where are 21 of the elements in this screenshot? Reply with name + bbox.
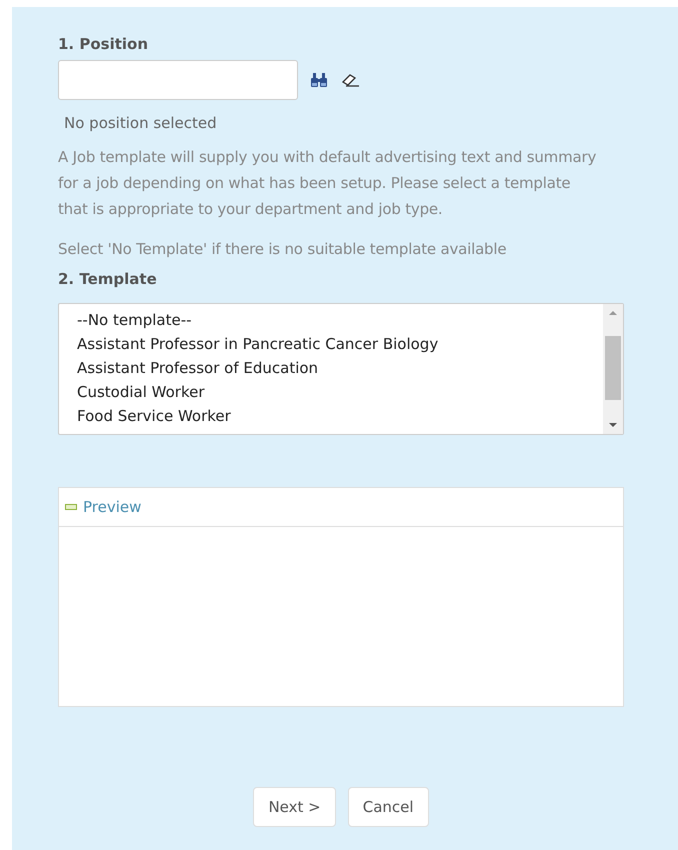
hint-text: Select 'No Template' if there is no suitable template available (58, 240, 508, 258)
cancel-button[interactable]: Cancel (348, 787, 429, 827)
scroll-down-icon[interactable] (609, 422, 617, 428)
scrollbar[interactable] (603, 304, 623, 434)
template-option[interactable]: Custodial Worker (77, 380, 603, 404)
next-button[interactable]: Next > (253, 787, 336, 827)
position-status: No position selected (64, 114, 218, 132)
scroll-up-icon[interactable] (609, 310, 617, 316)
position-field[interactable] (58, 60, 298, 100)
template-option[interactable]: --No template-- (77, 308, 603, 332)
template-option[interactable]: Food Service Worker (77, 404, 603, 428)
template-label: 2. Template (58, 270, 158, 288)
template-list[interactable]: --No template-- Assistant Professor in Pancreatic Cancer Biology Assistant Professor of Education Custodial Worker Food Service Worker (58, 303, 624, 435)
collapse-icon[interactable] (65, 504, 77, 510)
template-option[interactable]: Assistant Professor of Education (77, 356, 603, 380)
template-option[interactable]: Assistant Professor in Pancreatic Cancer Biology (77, 332, 603, 356)
preview-title[interactable]: Preview (83, 498, 142, 516)
binoculars-icon[interactable] (310, 72, 328, 88)
position-label: 1. Position (58, 35, 150, 53)
intro-text: A Job template will supply you with default advertising text and summary for a job depending on what has been setup. Please select a template that is appropriate to your department and job type. (58, 147, 598, 220)
eraser-icon[interactable] (340, 72, 360, 88)
